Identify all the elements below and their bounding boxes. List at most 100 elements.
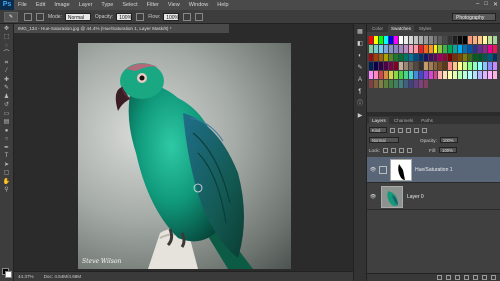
color-swatch[interactable] — [448, 44, 453, 53]
brush-panel-icon[interactable] — [36, 12, 44, 21]
layer-name[interactable]: Hue/Saturation 1 — [415, 167, 453, 173]
color-swatch[interactable] — [398, 53, 403, 62]
visibility-eye-icon[interactable]: 👁 — [367, 167, 379, 173]
color-swatch[interactable] — [408, 62, 413, 71]
parrot-photo[interactable]: Steve Wilson — [78, 43, 291, 269]
color-swatch[interactable] — [488, 36, 493, 44]
maximize-icon[interactable]: □ — [484, 1, 488, 8]
color-swatch[interactable] — [369, 36, 373, 44]
color-swatch[interactable] — [473, 71, 478, 80]
color-swatch[interactable] — [458, 53, 463, 62]
color-swatch[interactable] — [423, 44, 428, 53]
color-swatch[interactable] — [448, 62, 453, 71]
color-swatch[interactable] — [408, 44, 413, 53]
color-swatch[interactable] — [378, 53, 383, 62]
brush-preset-icon[interactable]: ✎ — [4, 11, 18, 22]
layer-mask-thumbnail[interactable] — [390, 158, 412, 181]
menu-layer[interactable]: Layer — [79, 2, 93, 8]
color-swatch[interactable] — [493, 71, 497, 80]
color-swatch[interactable] — [373, 36, 378, 44]
tab-channels[interactable]: Channels — [391, 117, 416, 124]
color-swatch[interactable] — [393, 44, 398, 53]
paragraph-panel-icon[interactable]: ¶ — [356, 88, 365, 96]
color-swatch[interactable] — [433, 53, 438, 62]
color-swatch[interactable] — [458, 71, 463, 80]
lock-pixels-icon[interactable] — [390, 147, 396, 153]
filter-adjustment-icon[interactable] — [398, 127, 403, 133]
menu-filter[interactable]: Filter — [147, 2, 159, 8]
color-swatch[interactable] — [413, 36, 418, 44]
color-swatch[interactable] — [373, 80, 378, 88]
color-swatch[interactable] — [388, 36, 393, 44]
color-swatch[interactable] — [388, 71, 393, 80]
color-swatch[interactable] — [423, 71, 428, 80]
color-swatch[interactable] — [493, 36, 497, 44]
menu-file[interactable]: File — [18, 2, 27, 8]
hand-tool-icon[interactable]: ✋ — [2, 179, 12, 186]
color-swatch[interactable] — [418, 71, 423, 80]
filter-type-icon[interactable] — [406, 127, 411, 133]
menu-type[interactable]: Type — [101, 2, 113, 8]
color-swatch[interactable] — [483, 62, 488, 71]
link-layers-icon[interactable] — [437, 275, 442, 280]
color-swatch[interactable] — [433, 44, 438, 53]
properties-panel-icon[interactable]: ◧ — [356, 40, 365, 48]
color-swatch[interactable] — [413, 53, 418, 62]
brush-presets-icon[interactable]: ✎ — [356, 64, 365, 72]
new-adjustment-icon[interactable] — [464, 275, 469, 280]
color-swatch[interactable] — [423, 53, 428, 62]
layer-name[interactable]: Layer 0 — [407, 194, 424, 200]
color-swatch[interactable] — [373, 62, 378, 71]
color-swatch[interactable] — [408, 71, 413, 80]
color-swatch[interactable] — [448, 36, 453, 44]
color-swatch[interactable] — [393, 62, 398, 71]
color-swatch[interactable] — [403, 71, 408, 80]
info-panel-icon[interactable]: ⓘ — [356, 100, 365, 108]
eyedropper-tool-icon[interactable]: ⁄ — [2, 68, 12, 75]
color-swatch[interactable] — [438, 62, 443, 71]
color-swatch[interactable] — [393, 36, 398, 44]
color-swatch[interactable] — [369, 53, 373, 62]
color-swatch[interactable] — [383, 44, 388, 53]
color-swatch[interactable] — [373, 44, 378, 53]
document-tab[interactable]: IMG_134 - Hue-Saturation.jpg @ 44.4% (Hu… — [14, 24, 229, 33]
color-swatch[interactable] — [428, 53, 433, 62]
color-swatch[interactable] — [413, 80, 418, 88]
layer-kind-filter[interactable]: Kind — [369, 127, 387, 133]
color-swatch[interactable] — [383, 62, 388, 71]
color-swatch[interactable] — [453, 71, 458, 80]
color-swatch[interactable] — [473, 36, 478, 44]
color-swatch[interactable] — [393, 80, 398, 88]
tab-color[interactable]: Color — [369, 25, 386, 32]
color-swatch[interactable] — [398, 36, 403, 44]
color-swatch[interactable] — [468, 44, 473, 53]
color-swatch[interactable] — [369, 44, 373, 53]
color-swatch[interactable] — [468, 36, 473, 44]
color-swatch[interactable] — [468, 53, 473, 62]
color-swatch[interactable] — [383, 53, 388, 62]
color-swatch[interactable] — [443, 36, 448, 44]
color-swatch[interactable] — [378, 44, 383, 53]
filter-pixel-icon[interactable] — [390, 127, 395, 133]
color-swatch[interactable] — [383, 71, 388, 80]
color-swatch[interactable] — [403, 36, 408, 44]
color-swatch[interactable] — [428, 62, 433, 71]
hue-saturation-adjustment-icon[interactable] — [379, 165, 387, 174]
color-swatch[interactable] — [408, 53, 413, 62]
color-swatch[interactable] — [473, 44, 478, 53]
flow-input[interactable]: 100% — [163, 12, 180, 21]
color-swatch[interactable] — [483, 53, 488, 62]
color-swatch[interactable] — [438, 44, 443, 53]
color-swatch[interactable] — [428, 71, 433, 80]
blend-mode-select[interactable]: Normal — [369, 137, 399, 143]
fill-input[interactable]: 100% — [439, 147, 458, 153]
color-swatch[interactable] — [453, 62, 458, 71]
color-swatch[interactable] — [483, 44, 488, 53]
color-swatch[interactable] — [413, 71, 418, 80]
color-swatch[interactable] — [448, 53, 453, 62]
close-icon[interactable]: ✕ — [493, 1, 498, 8]
color-swatch[interactable] — [433, 62, 438, 71]
clone-stamp-tool-icon[interactable]: ♟ — [2, 94, 12, 101]
color-swatch[interactable] — [443, 62, 448, 71]
new-group-icon[interactable] — [473, 275, 478, 280]
